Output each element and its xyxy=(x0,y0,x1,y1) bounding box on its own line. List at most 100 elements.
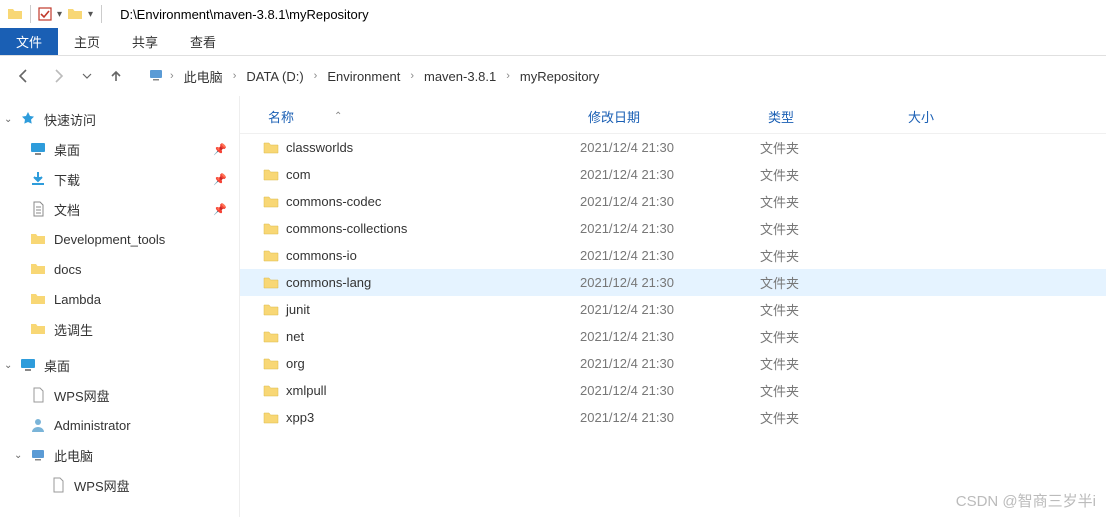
chevron-right-icon[interactable]: › xyxy=(233,70,237,82)
sidebar-item-downloads[interactable]: 下载 📌 xyxy=(0,164,239,194)
sidebar-item-label: 文档 xyxy=(54,200,80,219)
file-type: 文件夹 xyxy=(760,408,900,427)
file-date: 2021/12/4 21:30 xyxy=(580,248,760,263)
table-row[interactable]: xmlpull2021/12/4 21:30文件夹 xyxy=(240,377,1106,404)
caret-icon[interactable]: ⌄ xyxy=(14,450,22,461)
folder-icon[interactable] xyxy=(6,5,24,23)
file-name: xpp3 xyxy=(282,410,580,425)
file-name: xmlpull xyxy=(282,383,580,398)
sidebar-item-documents[interactable]: 文档 📌 xyxy=(0,194,239,224)
sidebar-item-user[interactable]: Administrator xyxy=(0,410,239,440)
file-date: 2021/12/4 21:30 xyxy=(580,140,760,155)
file-name: commons-lang xyxy=(282,275,580,290)
back-button[interactable] xyxy=(12,64,36,88)
file-type: 文件夹 xyxy=(760,273,900,292)
tab-home[interactable]: 主页 xyxy=(58,28,116,55)
folder-icon xyxy=(260,140,282,156)
pin-icon: 📌 xyxy=(213,143,227,156)
table-row[interactable]: commons-codec2021/12/4 21:30文件夹 xyxy=(240,188,1106,215)
folder-icon xyxy=(28,231,48,247)
download-icon xyxy=(28,171,48,187)
pc-icon[interactable] xyxy=(148,67,164,86)
caret-icon[interactable]: ⌄ xyxy=(4,114,12,125)
table-row[interactable]: xpp32021/12/4 21:30文件夹 xyxy=(240,404,1106,431)
quick-access-toolbar: ▾ ▾ xyxy=(0,5,112,23)
breadcrumb-item[interactable]: maven-3.8.1 xyxy=(420,67,500,86)
checkbox-icon[interactable] xyxy=(37,6,53,22)
tab-file[interactable]: 文件 xyxy=(0,28,58,55)
sidebar-item[interactable]: 选调生 xyxy=(0,314,239,344)
column-header-date[interactable]: 修改日期 xyxy=(580,107,760,126)
tab-view[interactable]: 查看 xyxy=(174,28,232,55)
sidebar-desktop-root[interactable]: ⌄ 桌面 xyxy=(0,350,239,380)
sidebar-item-label: Administrator xyxy=(54,418,131,433)
sidebar-item-label: 选调生 xyxy=(54,320,93,339)
chevron-right-icon[interactable]: › xyxy=(410,70,414,82)
column-header-size[interactable]: 大小 xyxy=(900,107,1000,126)
table-row[interactable]: classworlds2021/12/4 21:30文件夹 xyxy=(240,134,1106,161)
sidebar-item-wps[interactable]: WPS网盘 xyxy=(0,470,239,500)
table-row[interactable]: commons-io2021/12/4 21:30文件夹 xyxy=(240,242,1106,269)
separator xyxy=(101,5,102,23)
column-header-type[interactable]: 类型 xyxy=(760,107,900,126)
star-icon xyxy=(18,111,38,127)
sidebar-item-label: Lambda xyxy=(54,292,101,307)
folder-icon xyxy=(260,329,282,345)
sidebar-item[interactable]: docs xyxy=(0,254,239,284)
file-type: 文件夹 xyxy=(760,381,900,400)
folder-icon xyxy=(28,291,48,307)
qat-overflow-icon[interactable]: ▾ xyxy=(86,9,95,20)
file-date: 2021/12/4 21:30 xyxy=(580,275,760,290)
recent-dropdown-icon[interactable] xyxy=(80,64,94,88)
breadcrumb-item[interactable]: Environment xyxy=(323,67,404,86)
caret-icon[interactable]: ⌄ xyxy=(4,360,12,371)
chevron-down-icon[interactable]: ▾ xyxy=(55,9,64,20)
sidebar-item-label: WPS网盘 xyxy=(54,386,110,405)
tab-share[interactable]: 共享 xyxy=(116,28,174,55)
file-name: commons-collections xyxy=(282,221,580,236)
file-date: 2021/12/4 21:30 xyxy=(580,356,760,371)
file-type: 文件夹 xyxy=(760,138,900,157)
breadcrumb-item[interactable]: myRepository xyxy=(516,67,603,86)
sort-asc-icon: ⌃ xyxy=(334,111,342,122)
chevron-right-icon[interactable]: › xyxy=(506,70,510,82)
folder-icon[interactable] xyxy=(66,5,84,23)
file-name: junit xyxy=(282,302,580,317)
table-row[interactable]: junit2021/12/4 21:30文件夹 xyxy=(240,296,1106,323)
sidebar-item-pc[interactable]: ⌄ 此电脑 xyxy=(0,440,239,470)
column-header-name[interactable]: 名称 ⌃ xyxy=(260,107,580,126)
file-type: 文件夹 xyxy=(760,327,900,346)
list-header: 名称 ⌃ 修改日期 类型 大小 xyxy=(240,100,1106,134)
forward-button[interactable] xyxy=(46,64,70,88)
table-row[interactable]: net2021/12/4 21:30文件夹 xyxy=(240,323,1106,350)
table-row[interactable]: commons-lang2021/12/4 21:30文件夹 xyxy=(240,269,1106,296)
window-title: D:\Environment\maven-3.8.1\myRepository xyxy=(112,7,369,22)
pin-icon: 📌 xyxy=(213,203,227,216)
chevron-right-icon[interactable]: › xyxy=(314,70,318,82)
table-row[interactable]: com2021/12/4 21:30文件夹 xyxy=(240,161,1106,188)
sidebar-item-desktop[interactable]: 桌面 📌 xyxy=(0,134,239,164)
file-icon xyxy=(48,477,68,493)
pin-icon: 📌 xyxy=(213,173,227,186)
file-date: 2021/12/4 21:30 xyxy=(580,410,760,425)
file-date: 2021/12/4 21:30 xyxy=(580,329,760,344)
sidebar-item-label: 下载 xyxy=(54,170,80,189)
folder-icon xyxy=(260,356,282,372)
chevron-right-icon[interactable]: › xyxy=(170,70,174,82)
folder-icon xyxy=(260,194,282,210)
file-type: 文件夹 xyxy=(760,219,900,238)
sidebar-item[interactable]: Development_tools xyxy=(0,224,239,254)
breadcrumb-item[interactable]: DATA (D:) xyxy=(242,67,307,86)
up-button[interactable] xyxy=(104,64,128,88)
sidebar-item-label: 快速访问 xyxy=(44,110,96,129)
breadcrumb-item[interactable]: 此电脑 xyxy=(180,65,227,88)
sidebar-item-wps[interactable]: WPS网盘 xyxy=(0,380,239,410)
table-row[interactable]: commons-collections2021/12/4 21:30文件夹 xyxy=(240,215,1106,242)
file-date: 2021/12/4 21:30 xyxy=(580,194,760,209)
sidebar-item[interactable]: Lambda xyxy=(0,284,239,314)
folder-icon xyxy=(260,410,282,426)
sidebar-quick-access[interactable]: ⌄ 快速访问 xyxy=(0,104,239,134)
table-row[interactable]: org2021/12/4 21:30文件夹 xyxy=(240,350,1106,377)
user-icon xyxy=(28,417,48,433)
ribbon: 文件 主页 共享 查看 xyxy=(0,28,1106,56)
